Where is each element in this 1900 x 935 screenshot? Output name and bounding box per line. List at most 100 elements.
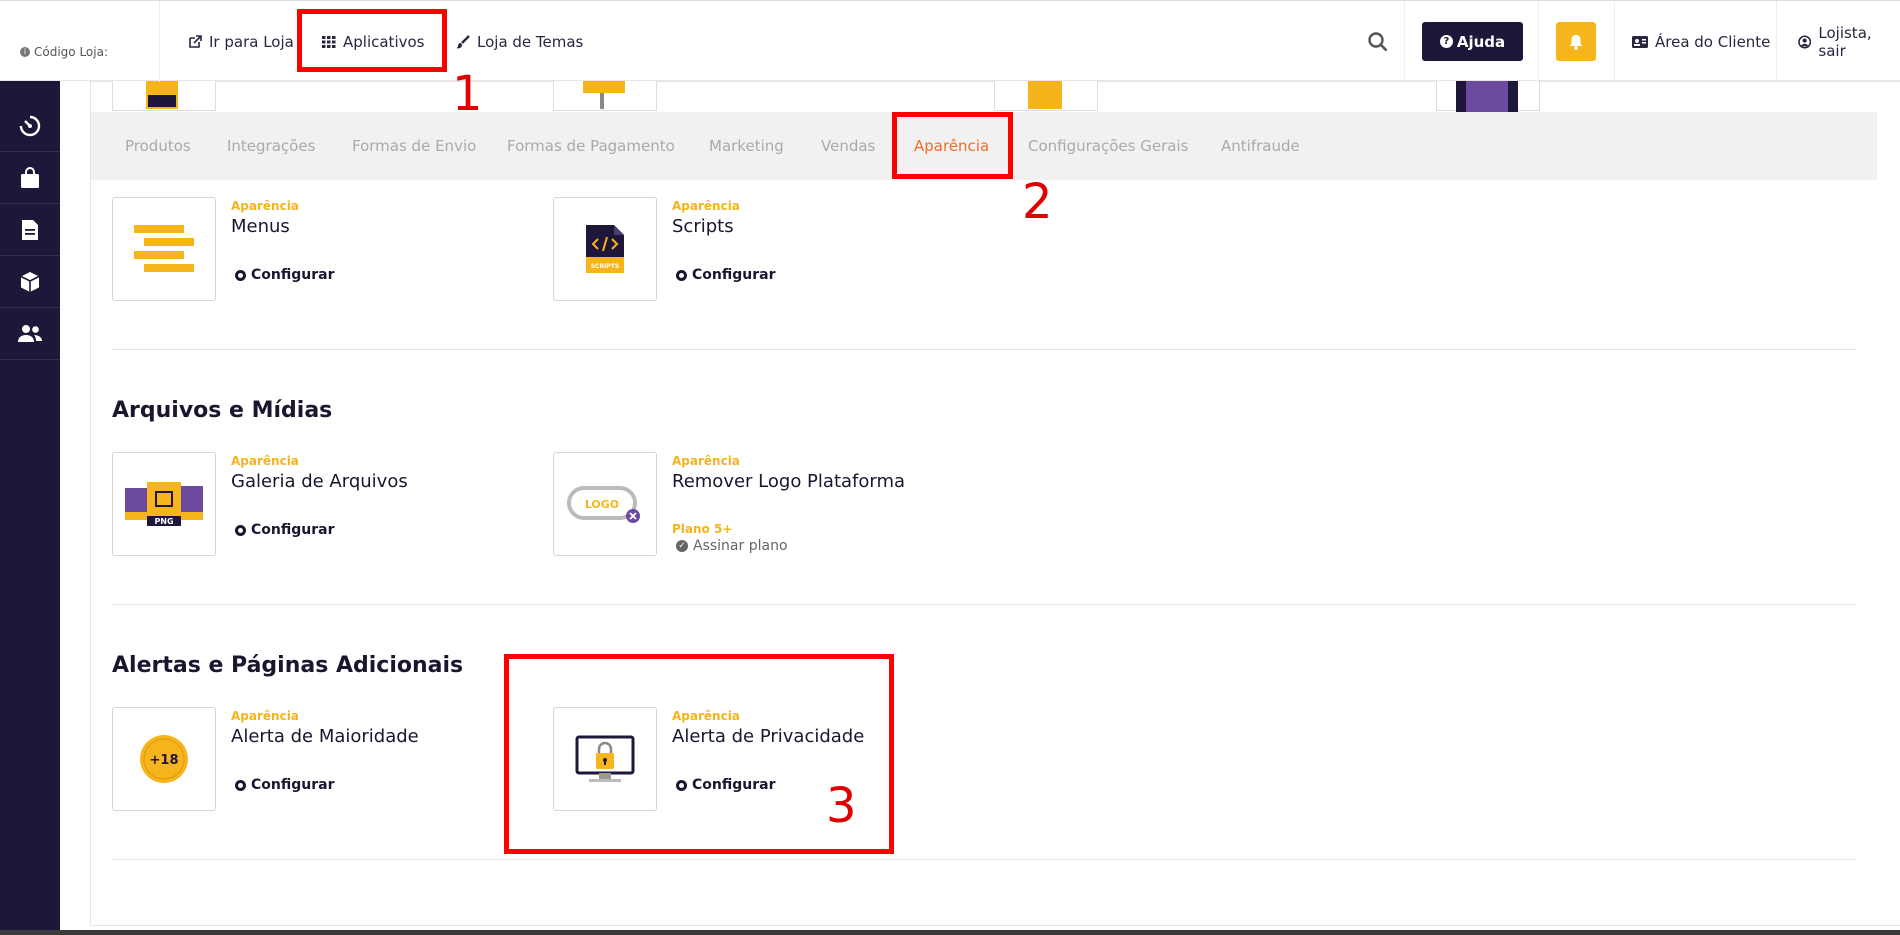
logo-remove-icon: LOGO: [567, 486, 640, 523]
tab-products[interactable]: Produtos: [125, 112, 191, 180]
nav-go-to-store-label: Ir para Loja: [209, 32, 294, 51]
section-divider: [111, 604, 1857, 605]
subscribe-plan-link[interactable]: ✓ Assinar plano: [676, 538, 788, 554]
file-gallery-card-icon[interactable]: PNG: [112, 452, 216, 556]
partial-card: [1436, 81, 1540, 112]
main-content: [60, 81, 1900, 935]
menu-lines-icon: [134, 225, 194, 272]
age-icon-text: +18: [150, 753, 179, 768]
card-title-remove-logo: Remover Logo Plataforma: [672, 471, 906, 492]
gear-icon: [235, 779, 246, 791]
top-bar: i Código Loja: Ir para Loja Aplicativos …: [0, 0, 1900, 82]
configure-label: Configurar: [251, 777, 335, 793]
annotation-number-2: 2: [1022, 174, 1053, 230]
scripts-configure-button[interactable]: Configurar: [676, 267, 775, 283]
brush-icon: [456, 34, 470, 48]
external-link-icon: [189, 34, 202, 48]
file-gallery-icon: PNG: [125, 482, 203, 526]
tab-sales[interactable]: Vendas: [821, 112, 875, 180]
card-title-file-gallery: Galeria de Arquivos: [231, 471, 408, 492]
client-area-link[interactable]: Área do Cliente: [1632, 1, 1770, 82]
sidebar: [0, 81, 60, 935]
card-category: Aparência: [231, 709, 299, 723]
configure-label: Configurar: [251, 267, 335, 283]
client-area-label: Área do Cliente: [1655, 32, 1771, 51]
age-alert-card-icon[interactable]: +18: [112, 707, 216, 811]
sidebar-item-products[interactable]: [0, 256, 60, 308]
gear-icon: [235, 524, 246, 536]
shopping-bag-icon: [21, 166, 39, 188]
content-panel: [90, 81, 1900, 926]
annotation-number-1: 1: [452, 66, 483, 122]
sidebar-item-dashboard[interactable]: [0, 100, 60, 152]
nav-go-to-store[interactable]: Ir para Loja: [188, 1, 294, 82]
id-card-icon: [1632, 35, 1648, 48]
search-icon[interactable]: [1368, 32, 1388, 52]
tab-general-settings[interactable]: Configurações Gerais: [1028, 112, 1188, 180]
info-icon: i: [20, 46, 30, 57]
scripts-file-icon: SCRIPTS: [586, 225, 624, 273]
section-divider: [111, 859, 1857, 860]
user-circle-icon: [1798, 34, 1812, 49]
partial-card: [112, 81, 216, 112]
subscribe-plan-label: Assinar plano: [693, 538, 788, 554]
scripts-icon-text: SCRIPTS: [591, 263, 619, 270]
partial-card: [553, 81, 657, 112]
highlight-box-apps: [297, 9, 447, 72]
users-icon: [18, 324, 42, 342]
menus-configure-button[interactable]: Configurar: [235, 267, 334, 283]
card-title-age-alert: Alerta de Maioridade: [231, 726, 419, 747]
file-gallery-icon-text: PNG: [154, 517, 173, 526]
gear-icon: [676, 269, 687, 281]
nav-theme-store-label: Loja de Temas: [477, 32, 584, 51]
card-category: Aparência: [231, 454, 299, 468]
card-title-scripts: Scripts: [672, 216, 734, 237]
help-button[interactable]: ? Ajuda: [1422, 22, 1523, 61]
help-button-label: Ajuda: [1456, 32, 1506, 51]
dashboard-icon: [19, 115, 41, 136]
card-category: Aparência: [231, 199, 299, 213]
divider: [1776, 1, 1777, 82]
card-title-menus: Menus: [231, 216, 290, 237]
file-gallery-configure-button[interactable]: Configurar: [235, 522, 334, 538]
divider: [1538, 1, 1539, 82]
card-category: Aparência: [672, 454, 740, 468]
store-code-label: Código Loja:: [34, 44, 108, 59]
tab-shipping[interactable]: Formas de Envio: [352, 112, 476, 180]
tab-antifraud[interactable]: Antifraude: [1221, 112, 1300, 180]
scripts-card-icon[interactable]: SCRIPTS: [553, 197, 657, 301]
sidebar-item-orders[interactable]: [0, 152, 60, 204]
tab-integrations[interactable]: Integrações: [227, 112, 315, 180]
section-title-alerts-pages: Alertas e Páginas Adicionais: [112, 653, 464, 678]
age-18-icon: +18: [140, 735, 188, 783]
divider: [1614, 1, 1615, 82]
plan-badge: Plano 5+: [672, 522, 733, 536]
check-circle-icon: ✓: [676, 540, 688, 552]
sidebar-item-customers[interactable]: [0, 308, 60, 360]
sidebar-item-documents[interactable]: [0, 204, 60, 256]
question-icon: ?: [1439, 35, 1453, 48]
card-category: Aparência: [672, 199, 740, 213]
logout-label: Lojista, sair: [1818, 23, 1872, 60]
store-code: i Código Loja:: [0, 1, 160, 82]
bottom-strip: [0, 930, 1900, 935]
logo-icon-text: LOGO: [585, 498, 619, 511]
age-alert-configure-button[interactable]: Configurar: [235, 777, 334, 793]
menus-card-icon[interactable]: [112, 197, 216, 301]
annotation-number-3: 3: [826, 778, 857, 834]
section-title-files-media: Arquivos e Mídias: [112, 398, 333, 423]
section-divider: [111, 349, 1857, 350]
logout-link[interactable]: Lojista, sair: [1798, 1, 1900, 82]
highlight-box-appearance-tab: [892, 112, 1013, 179]
configure-label: Configurar: [692, 267, 776, 283]
bell-icon: [1570, 34, 1582, 50]
document-icon: [22, 219, 38, 240]
gear-icon: [235, 269, 246, 281]
tab-marketing[interactable]: Marketing: [709, 112, 784, 180]
tab-payment[interactable]: Formas de Pagamento: [507, 112, 675, 180]
divider: [1404, 1, 1405, 82]
box-icon: [20, 271, 40, 292]
partial-card: [994, 81, 1098, 112]
remove-logo-card-icon[interactable]: LOGO: [553, 452, 657, 556]
notifications-button[interactable]: [1556, 22, 1596, 61]
